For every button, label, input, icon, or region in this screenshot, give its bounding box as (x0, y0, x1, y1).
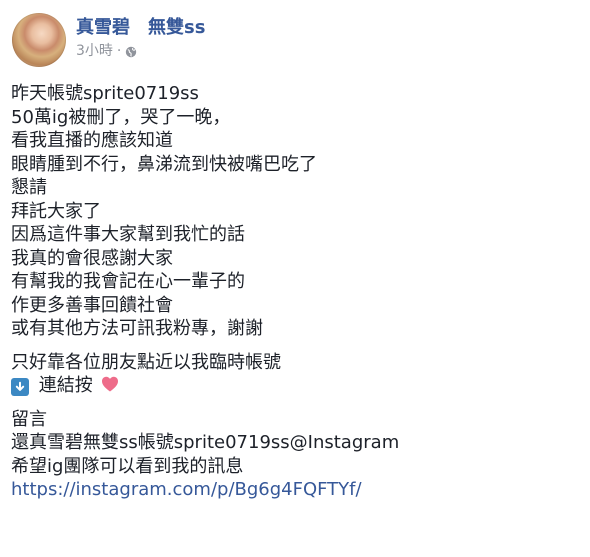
avatar[interactable] (12, 13, 66, 67)
facebook-post: 真雪碧 無雙ss 3小時 · 昨天帳號sprite0719ss 50萬ig被刪了… (0, 0, 590, 557)
body-line-11: 或有其他方法可訊我粉專，謝謝 (11, 318, 263, 339)
post-body: 昨天帳號sprite0719ss 50萬ig被刪了，哭了一晚， 看我直播的應該知… (11, 82, 571, 502)
body-line-14: 留言 (11, 408, 47, 430)
body-line-8: 我真的會很感謝大家 (11, 247, 173, 269)
body-line-15: 還真雪碧無雙ss帳號sprite0719ss@Instagram (11, 432, 400, 453)
body-line-4: 眼睛腫到不行，鼻涕流到快被嘴巴吃了 (11, 153, 317, 175)
body-line-6: 拜託大家了 (11, 200, 101, 222)
body-line-1: 昨天帳號sprite0719ss (11, 83, 199, 104)
post-timestamp[interactable]: 3小時 (76, 42, 113, 60)
link-instruction-text: 連結按 (38, 375, 93, 396)
body-line-2: 50萬ig被刪了，哭了一晚， (11, 106, 231, 128)
instagram-link[interactable]: https://instagram.com/p/Bg6g4FQFTYf/ (11, 478, 571, 502)
author-name[interactable]: 真雪碧 無雙ss (76, 15, 205, 41)
body-line-13: 連結按 (11, 374, 571, 398)
author-name-secondary[interactable]: 無雙ss (148, 15, 205, 41)
body-line-16: 希望ig團隊可以看到我的訊息 (11, 455, 244, 477)
post-time-line: 3小時 · (76, 42, 205, 60)
body-line-12: 只好靠各位朋友點近以我臨時帳號 (11, 351, 281, 373)
body-line-7: 因爲這件事大家幫到我忙的話 (11, 224, 245, 245)
meta-separator: · (116, 43, 122, 59)
globe-icon[interactable] (125, 45, 137, 58)
heart-icon (100, 375, 120, 393)
down-arrow-icon (11, 378, 29, 396)
post-header: 真雪碧 無雙ss 3小時 · (12, 13, 205, 69)
body-line-5: 懇請 (11, 177, 47, 198)
body-line-10: 作更多善事回饋社會 (11, 294, 173, 316)
author-name-primary[interactable]: 真雪碧 (76, 15, 130, 41)
body-line-3: 看我直播的應該知道 (11, 130, 173, 151)
post-meta: 真雪碧 無雙ss 3小時 · (76, 13, 205, 60)
body-line-9: 有幫我的我會記在心一輩子的 (11, 271, 245, 292)
